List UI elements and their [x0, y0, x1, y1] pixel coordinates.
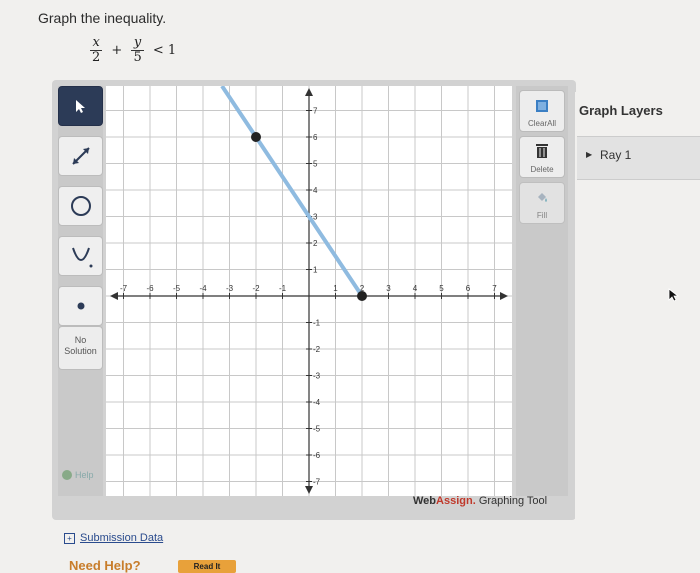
tool-panel: No Solution	[58, 86, 103, 496]
expand-arrow-icon[interactable]: ▶	[586, 150, 592, 159]
x-tick-label: -2	[252, 284, 260, 293]
question-prompt: Graph the inequality.	[38, 10, 167, 26]
graphing-tool-label: Graphing Tool	[478, 495, 548, 507]
y-tick-label: -2	[313, 345, 321, 354]
y-tick-label: 6	[313, 133, 318, 142]
x-tick-label: 7	[492, 284, 497, 293]
y-tick-label: -3	[313, 372, 321, 381]
clear-all-button[interactable]: ClearAll	[519, 90, 565, 132]
x-tick-label: -5	[173, 284, 181, 293]
plus-sign: +	[111, 43, 123, 58]
webassign-logo: WebAssign.	[413, 495, 476, 507]
brand-assign: Assign.	[436, 495, 476, 507]
y-tick-label: -4	[313, 398, 321, 407]
help-icon	[62, 470, 72, 480]
y-tick-label: 2	[313, 239, 318, 248]
ray-icon	[71, 147, 90, 165]
x-tick-label: 4	[413, 284, 418, 293]
circle-tool-button[interactable]	[58, 186, 103, 226]
y-tick-label: -5	[313, 425, 321, 434]
need-help-heading: Need Help?	[69, 558, 141, 573]
clear-all-label: ClearAll	[527, 119, 556, 128]
no-solution-button[interactable]: No Solution	[58, 326, 103, 370]
x-tick-label: -6	[146, 284, 154, 293]
submission-data-label: Submission Data	[80, 532, 164, 544]
graph-actions-panel: ClearAll Delete Fill	[516, 86, 568, 496]
read-it-button[interactable]: Read It	[178, 560, 236, 573]
submission-data-link[interactable]: + Submission Data	[64, 532, 163, 544]
y-tick-label: 7	[313, 107, 318, 116]
fraction-y-over-5: y 5	[131, 35, 144, 65]
y-tick-label: 5	[313, 160, 318, 169]
fraction-denominator: 2	[90, 50, 103, 65]
brand-web: Web	[413, 495, 437, 507]
fill-label: Fill	[536, 211, 548, 220]
inequality-expression: x 2 + y 5 < 1	[88, 36, 179, 65]
no-solution-label-line2: Solution	[64, 346, 97, 356]
graph-layers-title: Graph Layers	[579, 103, 663, 118]
point-tool-button[interactable]	[58, 286, 103, 326]
x-tick-label: -4	[199, 284, 207, 293]
mouse-cursor-icon	[668, 288, 680, 302]
x-tick-label: 1	[333, 284, 338, 293]
relation: < 1	[152, 43, 177, 58]
trash-icon	[536, 144, 548, 158]
layer-label: Ray 1	[600, 148, 632, 162]
fraction-numerator: y	[133, 35, 142, 50]
x-tick-label: -3	[226, 284, 234, 293]
x-tick-label: 5	[439, 284, 444, 293]
help-link[interactable]: Help	[62, 470, 94, 480]
ray-1-point-2[interactable]	[357, 291, 367, 301]
y-tick-label: 1	[313, 266, 318, 275]
x-tick-label: -1	[279, 284, 287, 293]
ray-tool-button[interactable]	[58, 136, 103, 176]
x-tick-label: 3	[386, 284, 391, 293]
no-solution-label-line1: No	[74, 335, 87, 345]
coordinate-grid[interactable]: -7 -6 -5 -4 -3 -2 -1 1 2 3 4 5 6 77654321-1-2-3-4-5-6…	[106, 86, 512, 496]
clear-all-icon	[536, 100, 548, 112]
circle-icon	[70, 196, 91, 216]
fraction-numerator: x	[92, 35, 100, 50]
expand-plus-icon: +	[64, 532, 75, 544]
x-tick-label: -7	[120, 284, 128, 293]
fraction-x-over-2: x 2	[90, 35, 103, 65]
delete-label: Delete	[530, 165, 554, 174]
delete-button[interactable]: Delete	[519, 136, 565, 178]
point-icon	[77, 302, 84, 310]
fraction-denominator: 5	[131, 50, 144, 65]
paint-bucket-icon	[538, 193, 547, 202]
help-label: Help	[75, 470, 94, 480]
fill-button[interactable]: Fill	[519, 182, 565, 224]
y-tick-label: -6	[313, 451, 321, 460]
webassign-footer: WebAssign. Graphing Tool	[413, 495, 547, 507]
parabola-icon	[71, 247, 92, 268]
parabola-tool-button[interactable]	[58, 236, 103, 276]
ray-1-point-1[interactable]	[251, 132, 261, 142]
y-tick-label: -1	[313, 319, 321, 328]
pointer-tool-button[interactable]	[58, 86, 103, 126]
y-tick-label: -7	[313, 478, 321, 487]
y-tick-label: 4	[313, 186, 318, 195]
x-tick-label: 6	[466, 284, 471, 293]
arrow-cursor-icon	[75, 100, 85, 113]
layer-row-ray-1[interactable]	[577, 136, 700, 180]
